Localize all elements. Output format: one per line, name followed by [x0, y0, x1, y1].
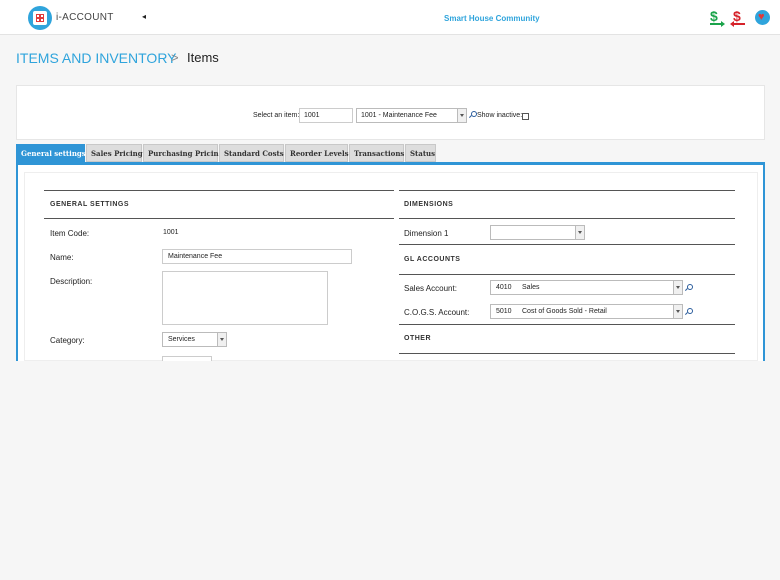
item-select-dropdown[interactable]: 1001 - Maintenance Fee: [356, 108, 467, 123]
tab-general-settings[interactable]: General settings: [16, 144, 86, 162]
description-label: Description:: [50, 277, 93, 286]
sales-account-name: Sales: [522, 284, 540, 291]
cogs-account-label: C.O.G.S. Account:: [404, 308, 470, 317]
tab-sales-pricing[interactable]: Sales Pricing: [86, 144, 143, 162]
dimension-1-select[interactable]: [490, 225, 585, 240]
search-icon[interactable]: [685, 284, 693, 293]
logo-icon[interactable]: [28, 6, 52, 30]
brand-name: i-ACCOUNT: [56, 12, 114, 23]
general-settings-panel: [24, 172, 758, 361]
tab-reorder-levels[interactable]: Reorder Levels: [285, 144, 349, 162]
section-divider: [44, 218, 394, 219]
chevron-down-icon[interactable]: [575, 226, 584, 239]
page-title: Items: [187, 50, 219, 65]
search-icon[interactable]: [685, 308, 693, 317]
item-select-value: 1001 - Maintenance Fee: [361, 112, 437, 119]
section-divider: [399, 274, 735, 275]
section-divider: [399, 353, 735, 354]
tab-status[interactable]: Status: [405, 144, 436, 162]
dimension-1-label: Dimension 1: [404, 229, 449, 238]
tab-transactions[interactable]: Transactions: [349, 144, 404, 162]
category-select-value: Services: [168, 336, 195, 343]
breadcrumb-section-link[interactable]: ITEMS AND INVENTORY: [16, 50, 177, 66]
item-code-search-input[interactable]: 1001: [299, 108, 353, 123]
tab-purchasing-pricing[interactable]: Purchasing Pricing: [143, 144, 223, 162]
item-selector-panel: Select an item: 1001 1001 - Maintenance …: [16, 85, 765, 140]
community-name[interactable]: Smart House Community: [444, 14, 540, 23]
favorite-icon[interactable]: [755, 10, 770, 25]
show-inactive-label: Show inactive:: [477, 112, 523, 119]
category-label: Category:: [50, 336, 85, 345]
search-icon[interactable]: [469, 111, 477, 120]
payment-in-icon[interactable]: $: [710, 8, 725, 27]
cogs-account-name: Cost of Goods Sold - Retail: [522, 308, 607, 315]
item-code-value: 1001: [163, 229, 179, 236]
cogs-account-code: 5010: [496, 308, 512, 315]
section-divider: [399, 244, 735, 245]
chevron-down-icon[interactable]: [217, 333, 226, 346]
tab-standard-costs[interactable]: Standard Costs: [219, 144, 284, 162]
select-item-label: Select an item:: [253, 112, 300, 119]
dimensions-heading: DIMENSIONS: [404, 201, 454, 208]
name-label: Name:: [50, 253, 74, 262]
cogs-account-select[interactable]: 5010 Cost of Goods Sold - Retail: [490, 304, 683, 319]
section-divider: [399, 190, 735, 191]
general-settings-heading: GENERAL SETTINGS: [50, 201, 130, 208]
section-divider: [399, 324, 735, 325]
page-background: [0, 361, 780, 580]
chevron-down-icon[interactable]: [673, 281, 682, 294]
sales-account-select[interactable]: 4010 Sales: [490, 280, 683, 295]
section-divider: [399, 218, 735, 219]
chevron-down-icon[interactable]: [457, 109, 466, 122]
breadcrumb-separator: >: [171, 50, 179, 65]
category-select[interactable]: Services: [162, 332, 227, 347]
chevron-down-icon[interactable]: [673, 305, 682, 318]
item-code-label: Item Code:: [50, 229, 90, 238]
other-heading: OTHER: [404, 335, 431, 342]
sales-account-code: 4010: [496, 284, 512, 291]
sales-account-label: Sales Account:: [404, 284, 457, 293]
show-inactive-checkbox[interactable]: [522, 113, 529, 120]
description-textarea[interactable]: [162, 271, 328, 325]
collapse-sidebar-icon[interactable]: ◂: [142, 12, 146, 21]
section-divider: [44, 190, 394, 191]
name-input[interactable]: Maintenance Fee: [162, 249, 352, 264]
payment-out-icon[interactable]: $: [730, 8, 745, 27]
payment-out-glyph: $: [733, 8, 741, 24]
top-bar: i-ACCOUNT ◂ Smart House Community $ $: [0, 0, 780, 35]
payment-in-glyph: $: [710, 8, 718, 24]
gl-accounts-heading: GL ACCOUNTS: [404, 256, 461, 263]
